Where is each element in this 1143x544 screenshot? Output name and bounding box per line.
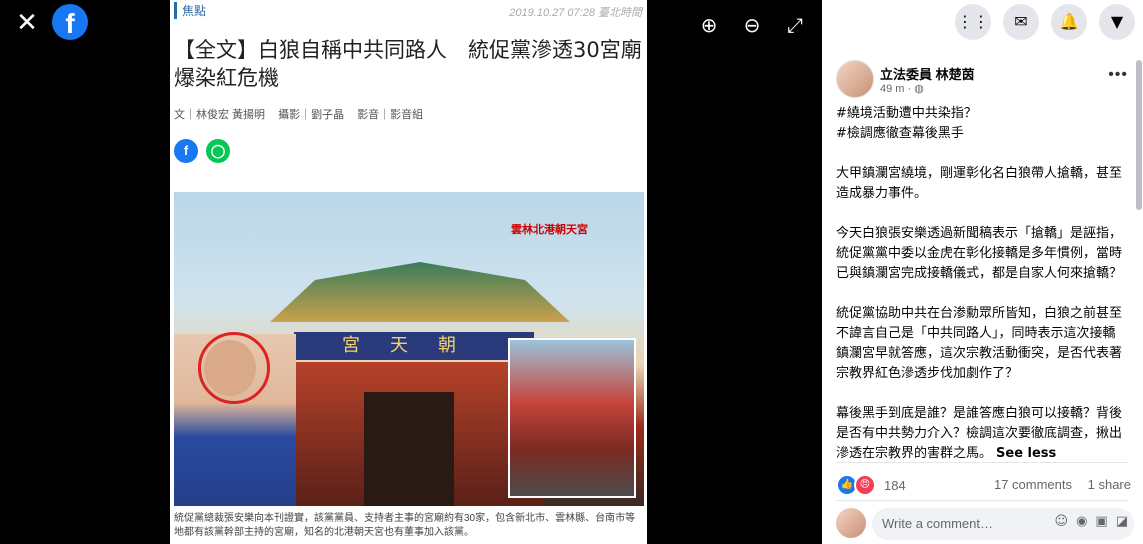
post-paragraph-text: 幕後黑手到底是誰？是誰答應白狼可以接轎？背後是否有中共勢力介入？檢調這次要徹底調… bbox=[836, 406, 1123, 461]
article-headline: 【全文】白狼自稱中共同路人 統促黨滲透30宮廟爆染紅危機 bbox=[174, 38, 642, 90]
reaction-count: 184 bbox=[884, 477, 906, 493]
post-header: 立法委員 林楚茵 49 m · ◍ ••• bbox=[836, 60, 1136, 100]
gif-icon[interactable]: ▣ bbox=[1095, 514, 1107, 529]
inset-photo bbox=[508, 338, 636, 498]
photo-viewer: ✕ f ⊕ ⊖ ⤢ 焦點 2019.10.27 07:28 臺北時間 【全文】白… bbox=[0, 0, 822, 544]
sticker-icon[interactable]: ◪ bbox=[1116, 514, 1128, 529]
post-paragraph-last: 幕後黑手到底是誰？是誰答應白狼可以接轎？背後是否有中共勢力介入？檢調這次要徹底調… bbox=[836, 404, 1122, 464]
zoom-in-button[interactable]: ⊕ bbox=[698, 14, 720, 36]
post-paragraph: 大甲鎮瀾宮繞境，剛運彰化名白狼帶人搶轎，甚至造成暴力事件。 bbox=[836, 166, 1123, 201]
emoji-icon[interactable]: ☺ bbox=[1055, 514, 1069, 529]
post-panel: ⋮⋮ ✉ 🔔 ▼ 立法委員 林楚茵 49 m · ◍ ••• #繞境活動遭中共染… bbox=[822, 0, 1143, 544]
close-icon[interactable]: ✕ bbox=[14, 10, 40, 36]
facebook-logo-icon[interactable]: f bbox=[52, 4, 88, 40]
facebook-share-icon: f bbox=[174, 139, 198, 163]
credit-writer: 文｜林俊宏 黃揚明 bbox=[174, 109, 266, 121]
divider bbox=[836, 462, 1129, 463]
temple-image: 宮天朝 雲林北港朝天宮 bbox=[174, 192, 644, 506]
post-paragraph: 今天白狼張安樂透過新聞稿表示「搶轎」是誣指，統促黨黨中委以金虎在彰化接轎是多年慣… bbox=[836, 226, 1123, 281]
zoom-out-button[interactable]: ⊖ bbox=[741, 14, 763, 36]
more-options-icon[interactable]: ••• bbox=[1108, 66, 1128, 84]
article-share-icons: f ◯ bbox=[174, 139, 230, 163]
account-icon[interactable]: ▼ bbox=[1099, 4, 1135, 40]
post-hashtags[interactable]: #繞境活動遭中共染指？ #檢調應徹查幕後黑手 bbox=[836, 104, 1122, 144]
comment-input[interactable]: Write a comment… ☺ ◉ ▣ ◪ bbox=[872, 508, 1134, 540]
section-tag: 焦點 bbox=[174, 2, 206, 19]
comment-tools: ☺ ◉ ▣ ◪ bbox=[1055, 514, 1129, 529]
engagement-counts: 17 comments 1 share bbox=[982, 477, 1131, 492]
post-author[interactable]: 立法委員 林楚茵 bbox=[880, 64, 975, 83]
camera-icon[interactable]: ◉ bbox=[1076, 514, 1087, 529]
reactions-summary[interactable]: 👍 😠 184 bbox=[836, 474, 906, 496]
menu-grid-icon[interactable]: ⋮⋮ bbox=[955, 4, 991, 40]
top-actions: ⋮⋮ ✉ 🔔 ▼ bbox=[955, 4, 1135, 40]
article-credits: 文｜林俊宏 黃揚明 攝影｜劉子晶 影音｜影音組 bbox=[174, 106, 433, 122]
comments-count[interactable]: 17 comments bbox=[994, 477, 1072, 492]
shares-count[interactable]: 1 share bbox=[1088, 477, 1131, 492]
fullscreen-icon[interactable]: ⤢ bbox=[784, 14, 806, 36]
zoom-out-icon[interactable]: ⊖ bbox=[741, 14, 763, 36]
article-header: 焦點 2019.10.27 07:28 臺北時間 bbox=[174, 2, 644, 19]
image-label: 雲林北港朝天宮 bbox=[511, 223, 588, 236]
article-date: 2019.10.27 07:28 臺北時間 bbox=[509, 7, 642, 19]
credit-video: 影音｜影音組 bbox=[357, 109, 424, 121]
comment-composer: Write a comment… ☺ ◉ ▣ ◪ bbox=[836, 508, 1136, 540]
avatar[interactable] bbox=[836, 60, 874, 98]
image-caption: 統促黨總裁張安樂向本刊證實，該黨黨員、支持者主事的宮廟約有30家，包含新北市、雲… bbox=[174, 513, 636, 538]
messenger-icon[interactable]: ✉ bbox=[1003, 4, 1039, 40]
highlight-ring bbox=[198, 332, 270, 404]
article-photo[interactable]: 焦點 2019.10.27 07:28 臺北時間 【全文】白狼自稱中共同路人 統… bbox=[170, 0, 647, 544]
see-less-link[interactable]: See less bbox=[996, 446, 1056, 461]
commenter-avatar[interactable] bbox=[836, 508, 866, 538]
post-text: #繞境活動遭中共染指？ #檢調應徹查幕後黑手 大甲鎮瀾宮繞境，剛運彰化名白狼帶人… bbox=[836, 104, 1122, 484]
credit-photo: 攝影｜劉子晶 bbox=[278, 109, 345, 121]
notifications-icon[interactable]: 🔔 bbox=[1051, 4, 1087, 40]
temple-roof bbox=[270, 262, 570, 322]
divider bbox=[836, 500, 1129, 501]
temple-door bbox=[364, 392, 454, 506]
comment-placeholder: Write a comment… bbox=[882, 516, 994, 531]
scrollbar[interactable] bbox=[1136, 60, 1142, 210]
line-share-icon: ◯ bbox=[206, 139, 230, 163]
fullscreen-button[interactable]: ⤢ bbox=[784, 14, 806, 36]
post-time[interactable]: 49 m · ◍ bbox=[880, 82, 924, 95]
zoom-in-icon[interactable]: ⊕ bbox=[698, 14, 720, 36]
temple-sign: 宮天朝 bbox=[294, 332, 534, 360]
angry-reaction-icon: 😠 bbox=[854, 474, 876, 496]
post-paragraph: 統促黨協助中共在台渗勳眾所皆知，白狼之前甚至不諱言自己是「中共同路人」，同時表示… bbox=[836, 306, 1123, 381]
